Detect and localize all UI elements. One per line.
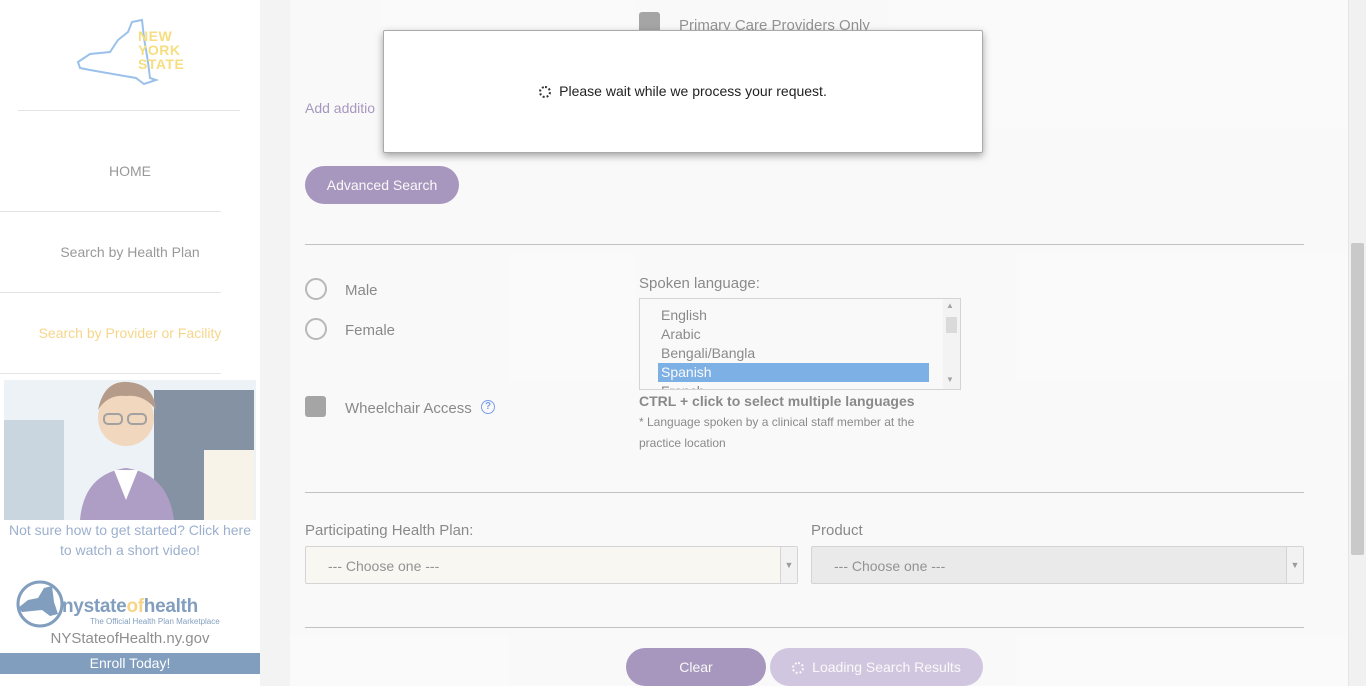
divider (305, 627, 1304, 628)
spoken-language-listbox[interactable]: English Arabic Bengali/Bangla Spanish Fr… (639, 298, 961, 390)
listbox-scrollbar[interactable]: ▲ ▼ (943, 299, 960, 389)
advanced-search-button[interactable]: Advanced Search (305, 166, 459, 204)
language-option[interactable]: English (658, 306, 929, 325)
loading-spinner-icon (539, 86, 552, 98)
product-value: --- Choose one --- (834, 558, 946, 574)
language-option-selected[interactable]: Spanish (658, 363, 929, 382)
language-option[interactable]: Bengali/Bangla (658, 344, 929, 363)
loading-spinner-icon (792, 662, 805, 674)
product-select[interactable]: --- Choose one --- ▼ (811, 546, 1304, 584)
language-option[interactable]: Arabic (658, 325, 929, 344)
loading-button-label: Loading Search Results (812, 659, 961, 675)
language-hint: CTRL + click to select multiple language… (639, 393, 915, 409)
listbox-scroll-thumb[interactable] (946, 317, 957, 333)
female-radio[interactable] (305, 318, 327, 340)
health-plan-value: --- Choose one --- (328, 558, 440, 574)
language-option[interactable]: French (658, 382, 929, 389)
chevron-down-icon[interactable]: ▼ (780, 547, 797, 583)
language-footnote: * Language spoken by a clinical staff me… (639, 415, 915, 450)
male-radio[interactable] (305, 278, 327, 300)
product-label: Product (811, 522, 863, 539)
scroll-down-icon[interactable]: ▼ (946, 375, 954, 384)
wheelchair-label: Wheelchair Access (345, 400, 472, 417)
wheelchair-checkbox[interactable] (305, 396, 326, 417)
page-scroll-thumb[interactable] (1351, 243, 1364, 555)
clear-button[interactable]: Clear (626, 648, 766, 686)
processing-message: Please wait while we process your reques… (384, 83, 982, 99)
chevron-down-icon[interactable]: ▼ (1286, 547, 1303, 583)
page-scrollbar[interactable] (1348, 0, 1366, 686)
loading-search-results-button[interactable]: Loading Search Results (770, 648, 983, 686)
spoken-language-label: Spoken language: (639, 275, 760, 292)
health-plan-select[interactable]: --- Choose one --- ▼ (305, 546, 798, 584)
processing-dialog: Please wait while we process your reques… (383, 30, 983, 153)
scroll-up-icon[interactable]: ▲ (946, 301, 954, 310)
add-additional-link[interactable]: Add additio (305, 100, 375, 116)
divider (305, 492, 1304, 493)
divider (305, 244, 1304, 245)
female-label: Female (345, 322, 396, 339)
help-icon[interactable]: ? (481, 400, 495, 414)
health-plan-label: Participating Health Plan: (305, 522, 474, 539)
processing-message-text: Please wait while we process your reques… (559, 83, 827, 99)
male-label: Male (345, 282, 378, 299)
